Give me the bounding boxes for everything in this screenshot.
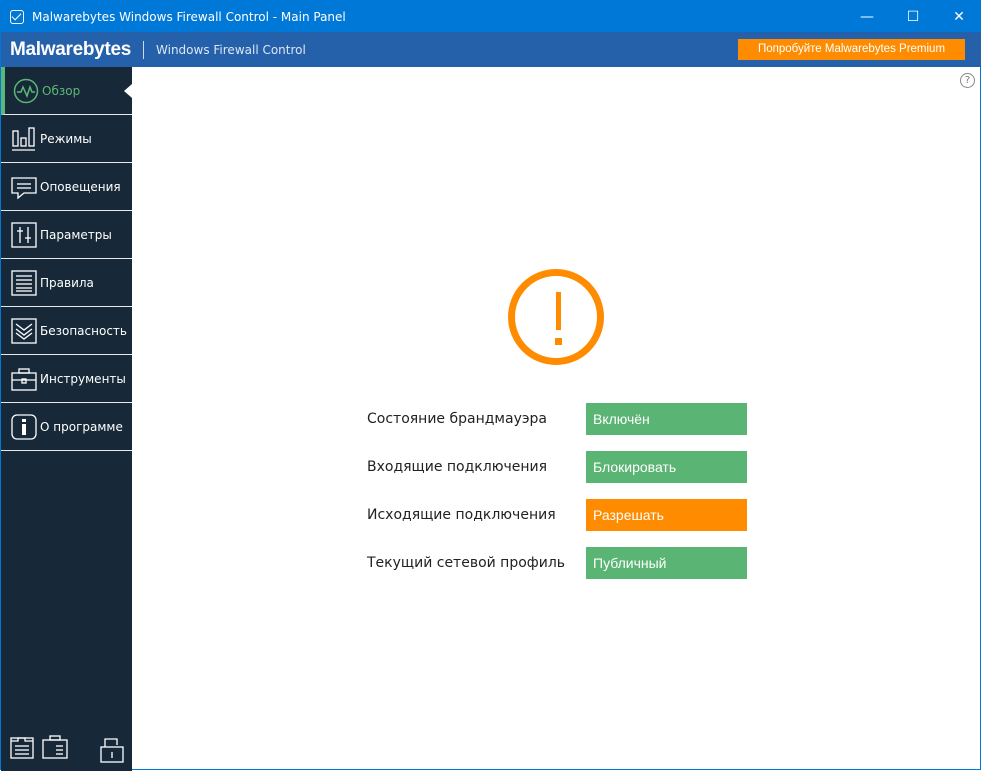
status-label: Исходящие подключения (367, 507, 556, 523)
bars-icon (11, 126, 37, 152)
pulse-icon (13, 78, 39, 104)
firewall-state-button[interactable]: Включён (586, 403, 747, 435)
sidebar-item-security[interactable]: Безопасность (1, 307, 132, 355)
message-icon (11, 174, 37, 200)
unlock-icon[interactable] (100, 735, 124, 767)
sidebar-item-tools[interactable]: Инструменты (1, 355, 132, 403)
title-bar: Malwarebytes Windows Firewall Control - … (1, 1, 981, 32)
sidebar-item-modes[interactable]: Режимы (1, 115, 132, 163)
sidebar-item-label: Оповещения (40, 179, 121, 194)
list-icon (11, 269, 37, 296)
clipboard-icon[interactable] (42, 735, 68, 763)
outbound-row: Исходящие подключения Разрешать (367, 499, 747, 531)
toolbox-icon (11, 366, 37, 392)
brand-bar: Malwarebytes Windows Firewall Control По… (1, 32, 981, 67)
firewall-state-row: Состояние брандмауэра Включён (367, 403, 747, 435)
sidebar-item-label: Инструменты (40, 371, 126, 386)
app-icon (10, 9, 24, 24)
sidebar-item-label: Параметры (40, 227, 112, 242)
sidebar-item-label: Обзор (42, 83, 81, 98)
sidebar-item-label: О программе (40, 419, 123, 434)
help-icon[interactable]: ? (960, 73, 975, 88)
malwarebytes-logo: Malwarebytes (10, 38, 132, 60)
info-icon (11, 413, 37, 440)
status-label: Входящие подключения (367, 459, 548, 475)
close-button[interactable]: ✕ (936, 1, 981, 32)
sidebar: Обзор Режимы Оповещения Параметры Правил… (1, 67, 132, 771)
status-label: Текущий сетевой профиль (367, 555, 566, 571)
sidebar-item-settings[interactable]: Параметры (1, 211, 132, 259)
network-profile-button[interactable]: Публичный (586, 547, 747, 579)
warning-icon (508, 269, 604, 365)
inbound-button[interactable]: Блокировать (586, 451, 747, 483)
shield-icon (11, 317, 37, 344)
maximize-button[interactable]: ☐ (890, 1, 936, 32)
network-profile-row: Текущий сетевой профиль Публичный (367, 547, 747, 579)
window-title: Malwarebytes Windows Firewall Control - … (32, 9, 346, 24)
product-name: Windows Firewall Control (156, 42, 306, 57)
sidebar-item-about[interactable]: О программе (1, 403, 132, 451)
try-premium-button[interactable]: Попробуйте Malwarebytes Premium (738, 39, 965, 60)
divider (143, 40, 145, 59)
sidebar-item-rules[interactable]: Правила (1, 259, 132, 307)
sidebar-item-label: Правила (40, 275, 94, 290)
outbound-button[interactable]: Разрешать (586, 499, 747, 531)
sidebar-item-notifications[interactable]: Оповещения (1, 163, 132, 211)
log-icon[interactable] (10, 735, 34, 763)
overview-panel: ? Состояние брандмауэра Включён Входящие… (132, 67, 980, 769)
minimize-button[interactable]: — (844, 1, 890, 32)
sidebar-item-label: Безопасность (40, 323, 127, 338)
sidebar-item-label: Режимы (40, 131, 92, 146)
status-label: Состояние брандмауэра (367, 411, 548, 427)
inbound-row: Входящие подключения Блокировать (367, 451, 747, 483)
sidebar-item-overview[interactable]: Обзор (1, 67, 132, 115)
sliders-icon (11, 221, 37, 248)
